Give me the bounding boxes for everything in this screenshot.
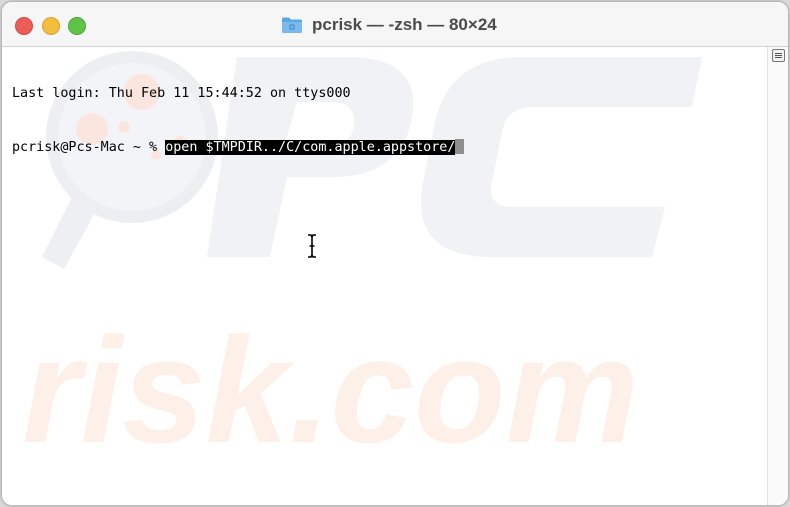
block-cursor [455, 139, 465, 154]
terminal-content[interactable]: risk.com Last login: Thu Feb 11 15:44:52… [2, 47, 788, 505]
text-cursor-icon [308, 234, 316, 258]
window-title-group: pcrisk — -zsh — 80×24 [281, 13, 497, 37]
selected-command[interactable]: open $TMPDIR../C/com.apple.appstore/ [165, 140, 456, 155]
shell-prompt: pcrisk@Pcs-Mac ~ % [12, 140, 166, 155]
folder-icon [282, 17, 302, 33]
terminal-output[interactable]: Last login: Thu Feb 11 15:44:52 on ttys0… [12, 49, 752, 193]
command-line[interactable]: pcrisk@Pcs-Mac ~ % open $TMPDIR../C/com.… [12, 139, 752, 157]
close-button[interactable] [15, 17, 33, 35]
minimize-button[interactable] [42, 17, 60, 35]
scroll-menu-icon[interactable] [772, 49, 785, 62]
vertical-scrollbar[interactable] [767, 47, 788, 505]
title-bar[interactable]: pcrisk — -zsh — 80×24 [2, 2, 788, 47]
terminal-window: pcrisk — -zsh — 80×24 risk.com Last logi… [1, 1, 789, 506]
window-title: pcrisk — -zsh — 80×24 [312, 15, 497, 34]
watermark-text: risk.com [22, 306, 639, 474]
last-login-line: Last login: Thu Feb 11 15:44:52 on ttys0… [12, 86, 351, 101]
maximize-button[interactable] [68, 17, 86, 35]
